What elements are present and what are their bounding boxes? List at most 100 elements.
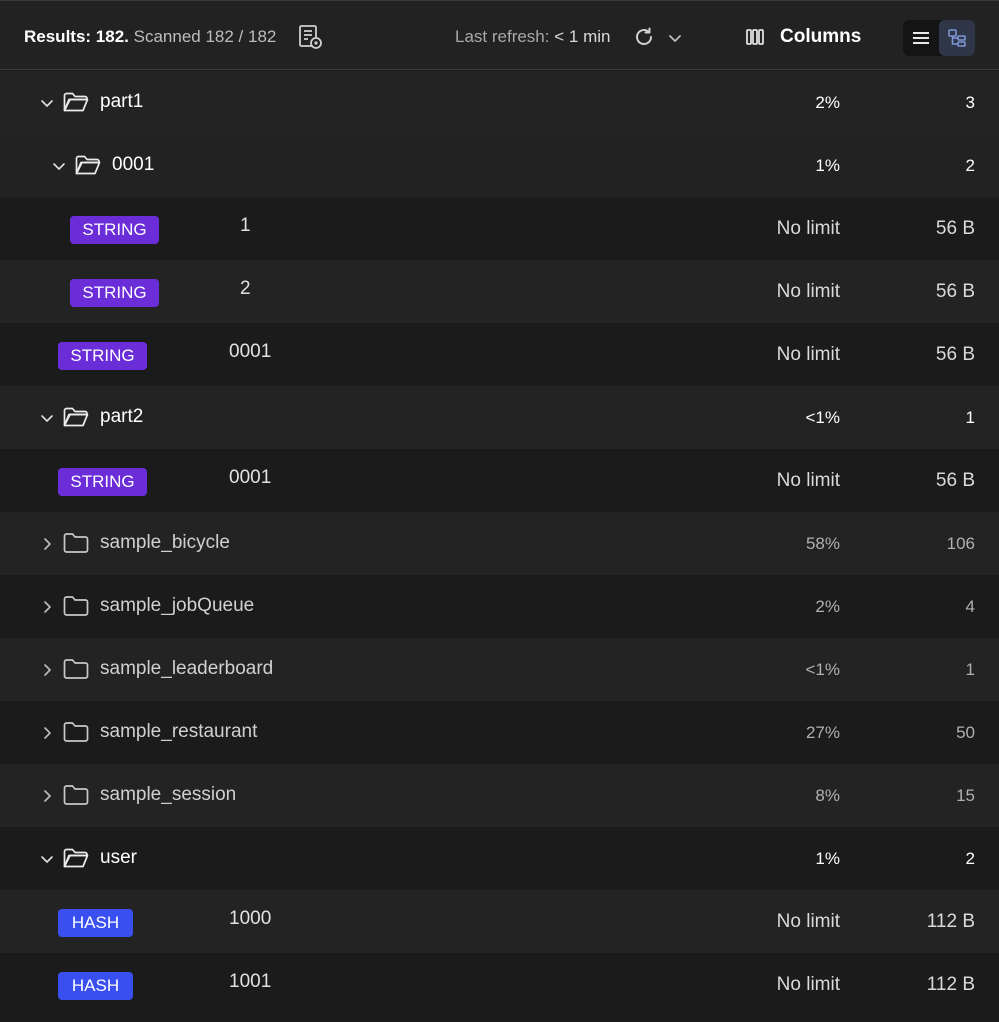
results-count: Results: 182.: [24, 27, 129, 46]
tree-view-button[interactable]: [939, 20, 975, 56]
view-mode-toggle: [903, 20, 975, 56]
folder-open-icon: [63, 848, 89, 868]
key-size: 56 B: [935, 470, 975, 491]
chevron-right-icon[interactable]: [40, 537, 54, 551]
keys-tree: part1 2% 3 0001 1% 2 STRING 1 No limit 5…: [0, 71, 999, 1016]
type-badge[interactable]: STRING: [58, 468, 147, 496]
chevron-down-icon[interactable]: [666, 29, 684, 47]
type-badge[interactable]: STRING: [70, 279, 159, 307]
chevron-right-icon[interactable]: [40, 663, 54, 677]
folder-icon: [63, 785, 89, 805]
chevron-down-icon[interactable]: [40, 96, 54, 110]
key-name: 0001: [229, 341, 272, 362]
folder-name: sample_session: [100, 784, 237, 805]
key-size: 56 B: [935, 344, 975, 365]
folder-open-icon: [63, 407, 89, 427]
key-name: 0001: [229, 467, 272, 488]
folder-open-icon: [75, 155, 101, 175]
key-size: 112 B: [926, 911, 975, 932]
key-ttl: No limit: [776, 974, 840, 995]
folder-count: 2: [965, 156, 975, 175]
folder-row[interactable]: sample_jobQueue 2% 4: [0, 575, 999, 638]
list-icon: [913, 32, 929, 44]
key-ttl: No limit: [776, 218, 840, 239]
chevron-down-icon[interactable]: [40, 852, 54, 866]
last-refresh: Last refresh: < 1 min: [455, 25, 610, 49]
folder-icon: [63, 722, 89, 742]
folder-row[interactable]: sample_session 8% 15: [0, 764, 999, 827]
folder-row[interactable]: 0001 1% 2: [0, 134, 999, 197]
folder-name: user: [100, 847, 137, 868]
scan-settings-icon[interactable]: [296, 23, 324, 51]
chevron-down-icon[interactable]: [40, 411, 54, 425]
folder-row[interactable]: sample_bicycle 58% 106: [0, 512, 999, 575]
last-refresh-value: < 1 min: [554, 27, 611, 46]
folder-name: 0001: [112, 154, 155, 175]
results-header: Results: 182. Scanned 182 / 182 Last ref…: [0, 0, 999, 70]
results-summary: Results: 182. Scanned 182 / 182: [24, 25, 276, 49]
tree-icon: [948, 29, 966, 47]
key-row[interactable]: HASH 1000 No limit 112 B: [0, 890, 999, 953]
folder-icon: [63, 596, 89, 616]
folder-count: 2: [965, 849, 975, 868]
folder-row[interactable]: part1 2% 3: [0, 71, 999, 134]
folder-percent: 2%: [815, 597, 840, 616]
key-row[interactable]: STRING 2 No limit 56 B: [0, 260, 999, 323]
scanned-count: Scanned 182 / 182: [133, 27, 277, 46]
folder-row[interactable]: part2 <1% 1: [0, 386, 999, 449]
key-name: 1: [240, 215, 251, 236]
chevron-right-icon[interactable]: [40, 789, 54, 803]
chevron-right-icon[interactable]: [40, 600, 54, 614]
folder-name: sample_jobQueue: [100, 595, 255, 616]
folder-name: sample_leaderboard: [100, 658, 274, 679]
folder-row[interactable]: sample_leaderboard <1% 1: [0, 638, 999, 701]
key-name: 2: [240, 278, 251, 299]
folder-row[interactable]: user 1% 2: [0, 827, 999, 890]
list-view-button[interactable]: [903, 20, 939, 56]
type-badge[interactable]: STRING: [70, 216, 159, 244]
columns-icon: [746, 29, 764, 45]
folder-percent: 58%: [805, 534, 840, 553]
folder-open-icon: [63, 92, 89, 112]
folder-percent: <1%: [805, 408, 841, 427]
chevron-right-icon[interactable]: [40, 726, 54, 740]
key-row[interactable]: HASH 1001 No limit 112 B: [0, 953, 999, 1016]
columns-button[interactable]: Columns: [744, 21, 861, 53]
refresh-icon[interactable]: [632, 25, 656, 49]
folder-icon: [63, 659, 89, 679]
folder-count: 1: [965, 408, 975, 427]
type-badge[interactable]: STRING: [58, 342, 147, 370]
folder-name: sample_bicycle: [100, 532, 230, 553]
key-size: 112 B: [926, 974, 975, 995]
folder-icon: [63, 533, 89, 553]
chevron-down-icon[interactable]: [52, 159, 66, 173]
folder-percent: 27%: [805, 723, 840, 742]
folder-count: 4: [965, 597, 975, 616]
columns-label: Columns: [780, 26, 862, 47]
folder-row[interactable]: sample_restaurant 27% 50: [0, 701, 999, 764]
folder-count: 50: [956, 723, 975, 742]
key-row[interactable]: STRING 1 No limit 56 B: [0, 197, 999, 260]
folder-count: 106: [946, 534, 975, 553]
folder-percent: <1%: [805, 660, 841, 679]
last-refresh-label: Last refresh:: [455, 27, 550, 46]
folder-percent: 1%: [815, 849, 840, 868]
type-badge[interactable]: HASH: [58, 972, 133, 1000]
key-name: 1000: [229, 908, 272, 929]
key-size: 56 B: [935, 218, 975, 239]
key-row[interactable]: STRING 0001 No limit 56 B: [0, 323, 999, 386]
key-ttl: No limit: [776, 470, 840, 491]
type-badge[interactable]: HASH: [58, 909, 133, 937]
folder-percent: 2%: [815, 93, 840, 112]
folder-count: 3: [965, 93, 975, 112]
folder-name: part1: [100, 91, 144, 112]
key-ttl: No limit: [776, 911, 840, 932]
folder-count: 1: [965, 660, 975, 679]
browser-panel: Results: 182. Scanned 182 / 182 Last ref…: [0, 0, 999, 1022]
key-row[interactable]: STRING 0001 No limit 56 B: [0, 449, 999, 512]
folder-percent: 1%: [815, 156, 840, 175]
folder-name: part2: [100, 406, 144, 427]
key-size: 56 B: [935, 281, 975, 302]
key-ttl: No limit: [776, 344, 840, 365]
key-name: 1001: [229, 971, 272, 992]
